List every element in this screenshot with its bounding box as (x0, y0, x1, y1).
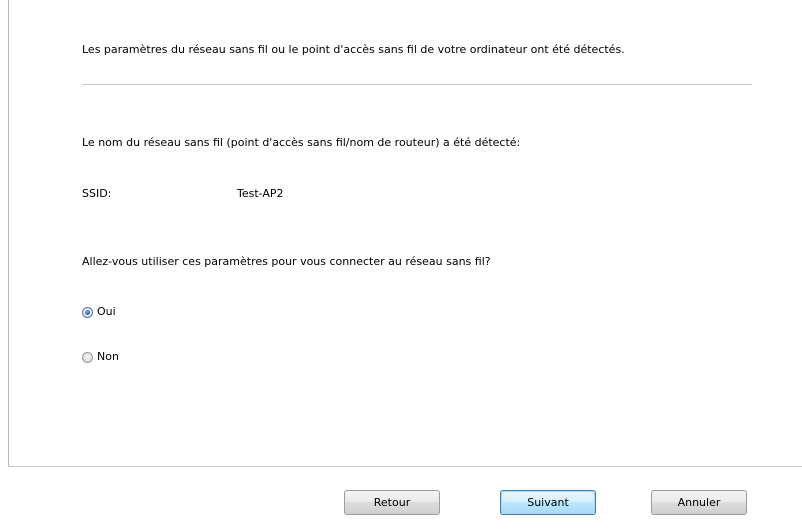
radio-label-non: Non (97, 350, 119, 363)
separator-line (82, 84, 752, 85)
radio-label-oui: Oui (97, 305, 116, 318)
wizard-content: Les paramètres du réseau sans fil ou le … (0, 0, 802, 466)
radio-option-oui[interactable]: Oui (82, 305, 116, 319)
wizard-window: Les paramètres du réseau sans fil ou le … (0, 0, 802, 530)
radio-unselected-icon[interactable] (82, 351, 93, 363)
network-name-message: Le nom du réseau sans fil (point d'accès… (82, 136, 521, 149)
connect-question: Allez-vous utiliser ces paramètres pour … (82, 255, 491, 268)
radio-selected-icon[interactable] (82, 306, 93, 318)
radio-option-non[interactable]: Non (82, 350, 119, 364)
detected-message: Les paramètres du réseau sans fil ou le … (82, 43, 625, 56)
cancel-button[interactable]: Annuler (651, 490, 747, 515)
wizard-footer: Retour Suivant Annuler (8, 466, 802, 530)
ssid-label: SSID: (82, 187, 112, 200)
back-button[interactable]: Retour (344, 490, 440, 515)
next-button[interactable]: Suivant (500, 490, 596, 515)
ssid-value: Test-AP2 (237, 187, 284, 200)
